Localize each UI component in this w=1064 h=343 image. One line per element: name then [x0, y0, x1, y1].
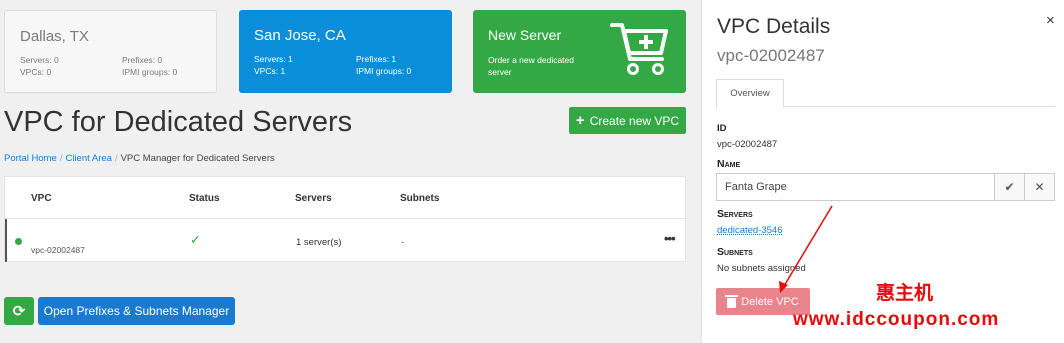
panel-subtitle: vpc-02002487: [717, 46, 825, 65]
vpc-table: VPC Status Servers Subnets vpc-02002487 …: [4, 176, 686, 262]
open-prefixes-manager-button[interactable]: Open Prefixes & Subnets Manager: [38, 297, 235, 325]
breadcrumb-current: VPC Manager for Dedicated Servers: [120, 153, 275, 164]
subnets-cell: -: [401, 237, 405, 248]
id-label: ID: [717, 123, 727, 134]
server-link[interactable]: dedicated-3546: [717, 225, 783, 236]
panel-tabs: Overview: [716, 79, 1055, 108]
tab-overview[interactable]: Overview: [716, 79, 784, 108]
location-card-sanjose[interactable]: San Jose, CA Servers: 1 Prefixes: 1 VPCs…: [239, 10, 452, 93]
location-city: San Jose, CA: [254, 27, 346, 44]
page-title: VPC for Dedicated Servers: [4, 106, 353, 138]
refresh-icon: ⟳: [12, 303, 26, 320]
vpcs-count: VPCs: 1: [254, 66, 286, 76]
close-icon: ✕: [1034, 180, 1045, 194]
vpc-id-cell: vpc-02002487: [31, 245, 85, 255]
servers-label: Servers: [717, 208, 753, 220]
prefixes-count: Prefixes: 0: [122, 55, 163, 65]
servers-count: Servers: 0: [20, 55, 59, 65]
table-header: VPC Status Servers Subnets: [5, 177, 685, 219]
name-field[interactable]: [716, 173, 995, 201]
breadcrumb-home[interactable]: Portal Home: [4, 153, 57, 164]
panel-title: VPC Details: [717, 15, 831, 38]
name-input-group: ✔ ✕: [716, 173, 1055, 201]
vpcs-count: VPCs: 0: [20, 67, 52, 77]
watermark-text: 惠主机: [876, 282, 934, 304]
column-header-status: Status: [189, 193, 220, 204]
breadcrumb: Portal Home / Client Area / VPC Manager for …: [4, 153, 275, 164]
create-vpc-button[interactable]: + Create new VPC: [569, 107, 686, 134]
servers-count: Servers: 1: [254, 54, 293, 64]
watermark-url: www.idccoupon.com: [793, 309, 1000, 330]
delete-vpc-label: Delete VPC: [741, 295, 799, 308]
refresh-button[interactable]: ⟳: [4, 297, 34, 325]
save-name-button[interactable]: ✔: [995, 173, 1025, 201]
column-header-servers: Servers: [295, 193, 332, 204]
new-server-desc: Order a new dedicated server: [488, 55, 574, 77]
prefixes-count: Prefixes: 1: [356, 54, 397, 64]
cancel-name-button[interactable]: ✕: [1025, 173, 1055, 201]
more-options-icon[interactable]: •••: [664, 231, 676, 246]
table-row[interactable]: vpc-02002487 ✓ 1 server(s) - •••: [5, 219, 685, 262]
location-city: Dallas, TX: [20, 28, 89, 45]
column-header-vpc: VPC: [31, 193, 52, 204]
column-header-subnets: Subnets: [400, 193, 440, 204]
create-vpc-label: Create new VPC: [589, 113, 680, 128]
plus-icon: +: [575, 111, 585, 129]
location-card-dallas[interactable]: Dallas, TX Servers: 0 Prefixes: 0 VPCs: …: [4, 10, 217, 93]
name-label: Name: [717, 158, 741, 170]
subnets-value: No subnets assigned: [717, 263, 806, 274]
servers-cell: 1 server(s): [296, 237, 342, 248]
check-icon: ✔: [1004, 180, 1015, 194]
check-icon: ✓: [190, 232, 201, 247]
subnets-label: Subnets: [717, 246, 753, 258]
close-icon[interactable]: ×: [1046, 12, 1055, 29]
ipmi-count: IPMI groups: 0: [122, 67, 178, 77]
new-server-card[interactable]: New Server Order a new dedicated server: [473, 10, 686, 93]
status-dot-icon: [15, 238, 22, 245]
ipmi-count: IPMI groups: 0: [356, 66, 412, 76]
cart-plus-icon: [610, 23, 668, 75]
breadcrumb-client-area[interactable]: Client Area: [65, 153, 111, 164]
trash-icon: [725, 294, 739, 308]
id-value: vpc-02002487: [717, 139, 778, 150]
